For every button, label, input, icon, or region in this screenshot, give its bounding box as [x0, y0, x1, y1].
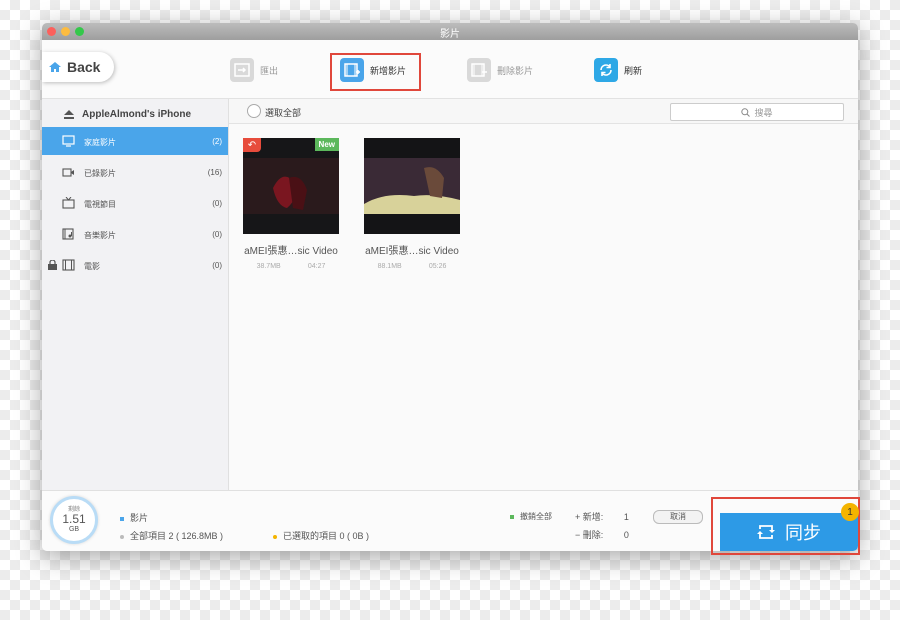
sidebar-item-label: 電視節目 — [84, 200, 116, 209]
refresh-icon — [594, 58, 618, 82]
green-dot — [510, 514, 514, 519]
refresh-button[interactable]: 刷新 — [594, 58, 642, 82]
video-title: aMEI張惠…sic Video — [244, 246, 338, 257]
device-name: AppleAlmond's iPhone — [82, 108, 192, 120]
sync-highlight — [711, 497, 860, 555]
video-card[interactable]: aMEI張惠…sic Video 88.1MB 05:26 — [364, 138, 460, 270]
undo-all-label: 撤銷全部 — [520, 512, 552, 521]
tv-icon — [62, 197, 75, 209]
video-camera-icon — [62, 168, 74, 177]
blue-dot — [120, 516, 124, 521]
sidebar-item-label: 電影 — [84, 262, 100, 271]
selected-items-row: 已選取的項目 0 ( 0B ) — [273, 529, 369, 542]
back-label: Back — [67, 59, 101, 75]
video-frame-image — [364, 138, 460, 234]
cancel-button[interactable]: 取消 — [653, 510, 703, 524]
delete-count-label: 刪除: — [582, 530, 604, 540]
back-button[interactable]: Back — [42, 52, 114, 82]
app-window: 影片 Back 匯出 新增影片 刪除影片 刷新 AppleAlmond's iP… — [42, 23, 858, 551]
category-label: 影片 — [130, 513, 149, 523]
sidebar-item-label: 音樂影片 — [84, 231, 116, 240]
sidebar-item-music-videos[interactable]: 音樂影片 (0) — [42, 220, 228, 248]
sidebar-item-count: (0) — [212, 230, 222, 239]
storage-value: 1.51 — [62, 512, 86, 526]
video-duration: 04:27 — [307, 263, 326, 270]
device-row[interactable]: AppleAlmond's iPhone — [42, 103, 228, 125]
undo-all-button[interactable]: 撤銷全部 — [510, 511, 552, 522]
music-video-icon — [62, 228, 74, 240]
category-summary: 影片 — [120, 511, 148, 524]
export-button[interactable]: 匯出 — [230, 58, 278, 82]
yellow-dot — [273, 534, 277, 539]
title-bar: 影片 — [42, 23, 858, 40]
sidebar-item-count: (16) — [207, 168, 222, 177]
monitor-icon — [62, 135, 75, 147]
total-items-row: 全部項目 2 ( 126.8MB ) — [120, 529, 223, 542]
video-size: 38.7MB — [256, 263, 281, 270]
video-duration: 05:26 — [428, 263, 447, 270]
plus-icon: + — [575, 512, 581, 522]
gray-dot — [120, 534, 124, 539]
storage-indicator: 剩餘 1.51 GB — [50, 496, 98, 544]
sidebar-item-movies[interactable]: 電影 (0) — [42, 251, 228, 279]
window-title: 影片 — [440, 29, 460, 40]
video-card[interactable]: ↶ New aMEI張惠…sic Video 38.7MB 04:27 — [243, 138, 339, 270]
delete-video-button[interactable]: 刪除影片 — [467, 58, 533, 82]
content-area: 選取全部 搜尋 ↶ New aMEI張惠…sic Video 38.7MB 04… — [229, 99, 858, 490]
lock-icon — [48, 260, 57, 270]
new-badge: New — [314, 138, 339, 151]
refresh-label: 刷新 — [624, 65, 643, 76]
export-icon — [230, 58, 254, 82]
sidebar-item-count: (2) — [212, 137, 222, 146]
sidebar: AppleAlmond's iPhone 家庭影片 (2) 已錄影片 (16) … — [42, 99, 229, 490]
video-thumbnail[interactable] — [364, 138, 460, 234]
restore-icon[interactable]: ↶ — [243, 138, 261, 152]
video-title: aMEI張惠…sic Video — [365, 246, 459, 257]
eject-icon[interactable] — [64, 109, 74, 119]
add-count-value: 1 — [623, 512, 629, 522]
sidebar-item-label: 家庭影片 — [84, 138, 116, 147]
sidebar-item-count: (0) — [212, 261, 222, 270]
add-video-highlight — [330, 53, 421, 91]
home-icon — [49, 62, 61, 72]
storage-unit: GB — [68, 526, 80, 533]
film-icon — [62, 259, 75, 271]
video-thumbnail[interactable]: ↶ New — [243, 138, 339, 234]
sync-count-badge: 1 — [841, 503, 859, 521]
delete-count-value: 0 — [623, 530, 629, 540]
selected-items: 已選取的項目 0 ( 0B ) — [283, 531, 370, 541]
delete-video-label: 刪除影片 — [497, 65, 534, 76]
video-size: 88.1MB — [377, 263, 402, 270]
select-all-checkbox[interactable] — [247, 104, 261, 118]
sidebar-item-home-videos[interactable]: 家庭影片 (2) — [42, 127, 228, 155]
add-count-row: + 新增: 1 — [575, 510, 629, 523]
delete-count-row: − 刪除: 0 — [575, 528, 629, 541]
add-count-label: 新增: — [582, 512, 604, 522]
content-header: 選取全部 搜尋 — [229, 99, 858, 124]
sidebar-item-label: 已錄影片 — [84, 169, 116, 178]
toolbar: Back 匯出 新增影片 刪除影片 刷新 — [42, 40, 858, 99]
sidebar-item-recorded-videos[interactable]: 已錄影片 (16) — [42, 158, 228, 186]
total-items: 全部項目 2 ( 126.8MB ) — [130, 531, 224, 541]
sidebar-item-tv-shows[interactable]: 電視節目 (0) — [42, 189, 228, 217]
delete-video-icon — [467, 58, 491, 82]
search-icon — [741, 107, 751, 117]
search-input[interactable]: 搜尋 — [670, 103, 844, 121]
export-label: 匯出 — [260, 65, 279, 76]
select-all-label[interactable]: 選取全部 — [265, 106, 301, 119]
sidebar-item-count: (0) — [212, 199, 222, 208]
search-placeholder: 搜尋 — [754, 107, 773, 118]
minus-icon: − — [575, 530, 581, 540]
video-frame-image — [243, 138, 339, 234]
